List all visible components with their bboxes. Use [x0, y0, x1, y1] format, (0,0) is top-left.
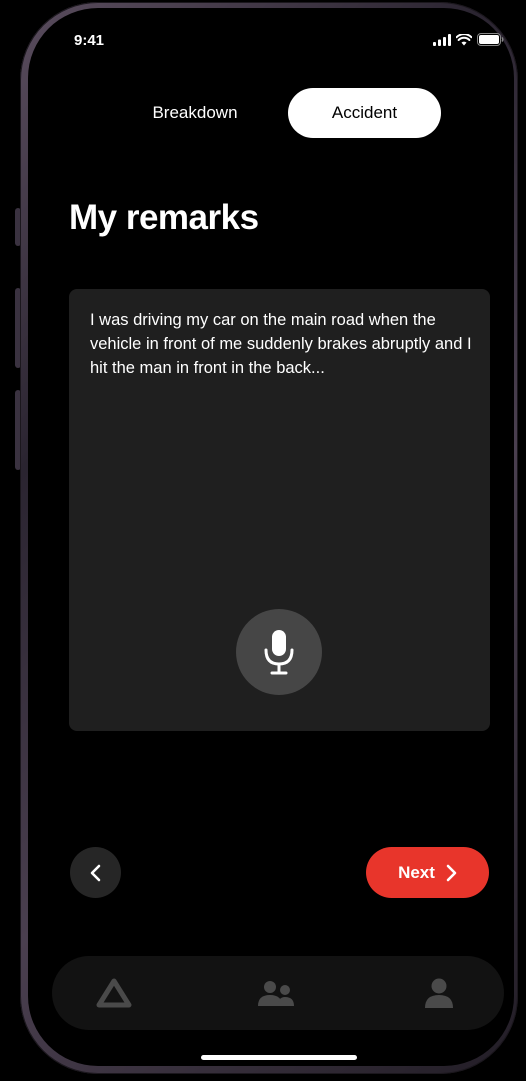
tab-contacts[interactable] [256, 975, 296, 1011]
wifi-icon [456, 33, 472, 45]
page-title: My remarks [69, 198, 259, 237]
status-time: 9:41 [74, 32, 105, 49]
bottom-tab-bar [52, 956, 504, 1030]
microphone-icon [264, 630, 294, 675]
battery-icon [477, 33, 504, 46]
tab-profile[interactable] [419, 975, 459, 1011]
people-icon [258, 981, 294, 1006]
chevron-right-icon [446, 864, 457, 881]
person-icon [425, 978, 453, 1008]
warning-triangle-icon [96, 978, 132, 1008]
tab-breakdown[interactable]: Breakdown [120, 88, 270, 138]
remarks-textarea[interactable]: I was driving my car on the main road wh… [69, 289, 490, 731]
home-indicator [201, 1055, 357, 1060]
signal-icon [433, 33, 451, 46]
status-icons [433, 33, 504, 46]
microphone-button[interactable] [236, 609, 322, 695]
tab-accident[interactable]: Accident [288, 88, 441, 138]
screen: 9:41 Breakdown Accident My remarks I was… [0, 0, 526, 1081]
next-button[interactable]: Next [366, 847, 489, 898]
chevron-left-icon [90, 864, 100, 881]
next-label: Next [398, 862, 435, 882]
back-button[interactable] [70, 847, 121, 898]
tab-incidents[interactable] [94, 975, 134, 1011]
remarks-text[interactable]: I was driving my car on the main road wh… [90, 308, 475, 380]
